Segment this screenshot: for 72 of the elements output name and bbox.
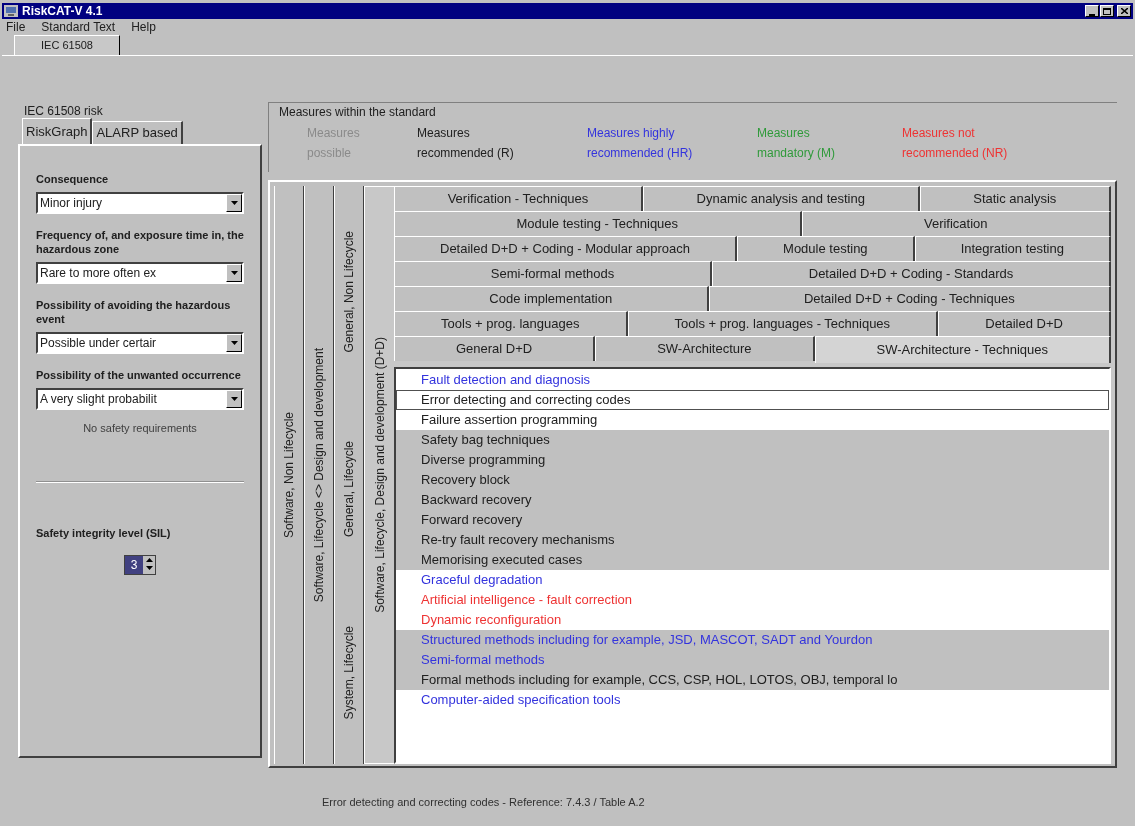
field-label: Possibility of the unwanted occurrence xyxy=(36,368,242,382)
legend-item: Measures not recommended (NR) xyxy=(902,125,1009,162)
vertical-tab[interactable]: Software, Non Lifecycle xyxy=(274,186,304,764)
dropdown[interactable]: A very slight probabilit xyxy=(36,388,244,410)
tab[interactable]: Code implementation xyxy=(394,286,709,311)
menu-item[interactable]: Standard Text xyxy=(41,18,116,36)
tab[interactable]: Integration testing xyxy=(914,236,1111,261)
list-item[interactable]: Dynamic reconfiguration xyxy=(397,610,562,630)
vertical-tab[interactable]: Software, Lifecycle, Design and development (D+D) xyxy=(364,186,394,764)
vertical-tab[interactable]: General, Non Lifecycle xyxy=(334,186,364,397)
field-label: Frequency of, and exposure time in, the hazardous zone xyxy=(36,228,244,256)
maximize-button[interactable] xyxy=(1100,5,1114,17)
legend-item: Measures highly recommended (HR) xyxy=(587,125,694,162)
tab[interactable]: Tools + prog. languages xyxy=(394,311,628,336)
close-icon xyxy=(1120,8,1128,14)
vertical-tab[interactable]: General, Lifecycle xyxy=(334,396,364,582)
maximize-icon xyxy=(1103,7,1111,15)
list-item[interactable]: Fault detection and diagnosis xyxy=(397,370,591,390)
window-title: RiskCAT-V 4.1 xyxy=(22,3,103,20)
tab[interactable]: Semi-formal methods xyxy=(394,261,712,286)
tab[interactable]: SW-Architecture - Techniques xyxy=(814,336,1111,363)
sil-spinner[interactable]: 3 xyxy=(124,555,156,575)
list-item[interactable]: Artificial intelligence - fault correction xyxy=(397,590,632,610)
list-item[interactable]: Forward recovery xyxy=(397,510,523,530)
tab[interactable]: Tools + prog. languages - Techniques xyxy=(627,311,939,336)
tab[interactable]: Detailed D+D xyxy=(938,311,1111,336)
tab[interactable]: IEC 61508 xyxy=(14,35,120,55)
status-text: Error detecting and correcting codes - Reference: 7.4.3 / Table A.2 xyxy=(321,795,646,810)
tab[interactable]: Static analysis xyxy=(919,186,1111,211)
dropdown-arrow-icon xyxy=(230,397,238,401)
minimize-icon xyxy=(1089,14,1095,16)
list-item[interactable]: Computer-aided specification tools xyxy=(397,690,621,710)
tab[interactable]: Detailed D+D + Coding - Standards xyxy=(712,261,1111,286)
list-item[interactable]: Graceful degradation xyxy=(397,570,543,590)
legend-title: Measures within the standard xyxy=(279,104,437,121)
app-icon xyxy=(4,5,18,17)
dropdown-arrow-icon xyxy=(230,201,238,205)
sil-label: Safety integrity level (SIL) xyxy=(36,525,172,541)
menu-item[interactable]: File xyxy=(6,18,26,36)
tab[interactable]: Verification xyxy=(801,211,1111,236)
up-arrow-icon xyxy=(145,558,153,562)
dropdown[interactable]: Rare to more often ex xyxy=(36,262,244,284)
tab[interactable]: ALARP based xyxy=(92,121,183,144)
dropdown-arrow-icon xyxy=(230,341,238,345)
legend-item: Measures recommended (R) xyxy=(417,125,515,162)
list-item[interactable]: Backward recovery xyxy=(397,490,532,510)
close-button[interactable] xyxy=(1117,5,1131,17)
tab[interactable]: Dynamic analysis and testing xyxy=(642,186,920,211)
dropdown[interactable]: Possible under certair xyxy=(36,332,244,354)
dropdown[interactable]: Minor injury xyxy=(36,192,244,214)
tab[interactable]: General D+D xyxy=(394,336,596,361)
tab[interactable]: Detailed D+D + Coding - Modular approach xyxy=(394,236,738,261)
list-item[interactable]: Recovery block xyxy=(397,470,510,490)
tab[interactable]: Module testing - Techniques xyxy=(394,211,802,236)
down-arrow-icon xyxy=(145,566,153,570)
minimize-button[interactable] xyxy=(1085,5,1099,17)
tab[interactable]: Module testing xyxy=(737,236,915,261)
vertical-tab[interactable]: Software, Lifecycle <> Design and development xyxy=(304,186,334,764)
legend-item: Measures mandatory (M) xyxy=(757,125,837,162)
tab[interactable]: RiskGraph xyxy=(22,118,93,144)
tab[interactable]: Verification - Techniques xyxy=(394,186,643,211)
tab[interactable]: SW-Architecture xyxy=(595,336,815,361)
field-label: Consequence xyxy=(36,172,110,186)
list-item[interactable]: Failure assertion programming xyxy=(397,410,598,430)
dropdown-arrow-icon xyxy=(230,271,238,275)
vertical-tab[interactable]: System, Lifecycle xyxy=(334,581,364,764)
tab[interactable]: Detailed D+D + Coding - Techniques xyxy=(708,286,1111,311)
result-text: No safety requirements xyxy=(82,421,198,436)
field-label: Possibility of avoiding the hazardous event xyxy=(36,298,232,326)
panel-title: IEC 61508 risk xyxy=(23,103,104,118)
menu-item[interactable]: Help xyxy=(131,18,156,36)
measures-list[interactable] xyxy=(394,367,1111,764)
